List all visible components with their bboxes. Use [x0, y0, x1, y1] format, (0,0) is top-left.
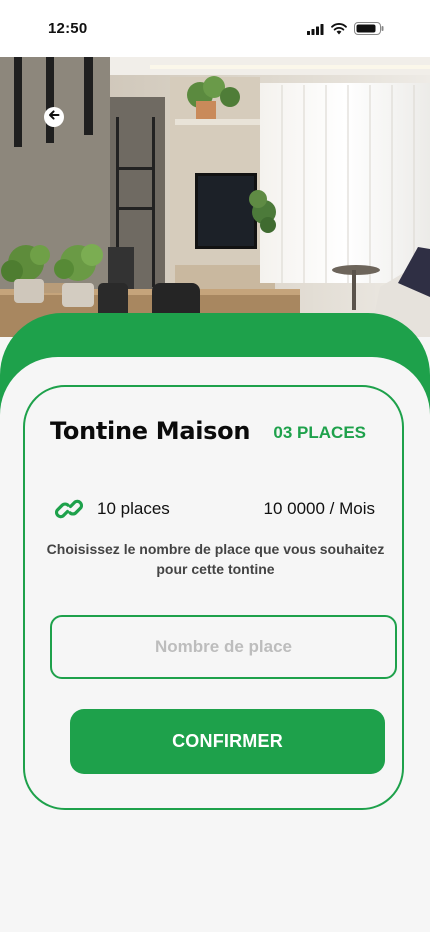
monthly-price: 10 0000 / Mois — [263, 499, 375, 518]
confirm-button[interactable]: CONFIRMER — [70, 709, 385, 774]
status-bar: 12:50 — [0, 0, 430, 57]
signal-icon — [307, 22, 324, 40]
link-icon — [55, 495, 83, 523]
hero-image — [0, 57, 430, 337]
places-badge: 03 PLACES — [273, 423, 366, 442]
battery-icon — [354, 22, 384, 40]
places-count: 10 places — [97, 499, 170, 518]
tontine-card: Tontine Maison 03 PLACES 10 places 10 00… — [23, 385, 404, 810]
tontine-info-row: 10 places 10 0000 / Mois — [55, 495, 375, 523]
status-icons — [307, 22, 384, 40]
back-button[interactable] — [44, 107, 64, 127]
tontine-title: Tontine Maison — [50, 417, 251, 445]
instruction-text: Choisissez le nombre de place que vous s… — [46, 541, 385, 577]
place-count-input[interactable] — [50, 615, 397, 679]
wifi-icon — [331, 22, 347, 40]
content-sheet: Tontine Maison 03 PLACES 10 places 10 00… — [0, 357, 430, 932]
status-time: 12:50 — [48, 20, 88, 37]
arrow-left-icon — [48, 108, 60, 126]
